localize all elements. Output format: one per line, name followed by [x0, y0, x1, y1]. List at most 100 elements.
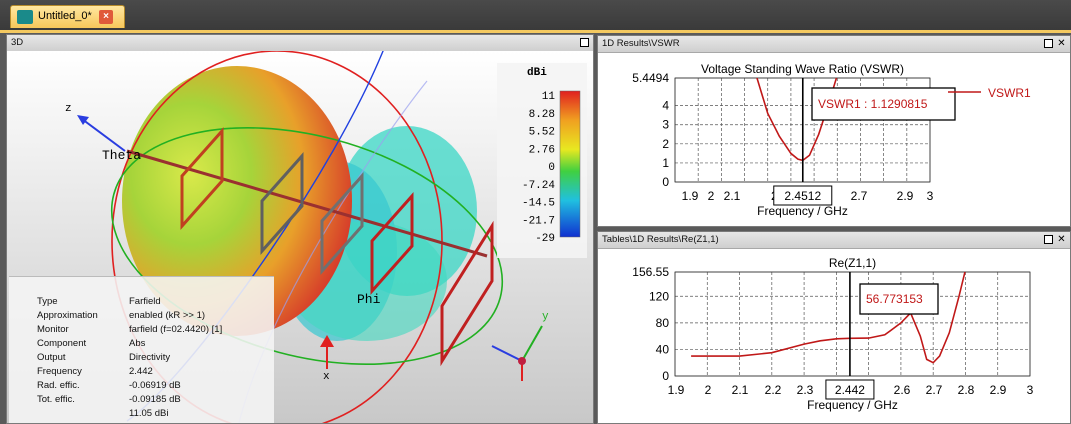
x-tick-label: 1.9 [682, 189, 699, 203]
x-tick-label: 2.7 [926, 383, 943, 397]
info-row: Rad. effic. -0.06919 dB [9, 380, 274, 393]
info-row: 11.05 dBi [9, 408, 274, 421]
phi-label: Phi [357, 292, 381, 307]
colorbar-tick-label: 2.76 [529, 144, 555, 156]
info-value: Directivity [129, 352, 171, 363]
chart-title: Re(Z1,1) [829, 256, 876, 270]
triad-origin [518, 357, 526, 365]
x-tick-label: 2.6 [894, 383, 911, 397]
x-tick-label: 2.1 [724, 189, 741, 203]
farfield-info-box: Type Farfield Approximation enabled (kR >> … [9, 276, 274, 423]
colorbar-tick-label: -14.5 [522, 198, 555, 210]
x-axis-label: x [323, 371, 330, 383]
info-row: Type Farfield [9, 296, 274, 309]
panel-vswr-title: 1D Results\VSWR [602, 38, 680, 49]
info-value: farfield (f=02.4420) [1] [129, 324, 223, 335]
info-value: Abs [129, 338, 146, 349]
triad-y-label: y [542, 311, 549, 323]
x-tick-label: 1.9 [668, 383, 685, 397]
info-row: Approximation enabled (kR >> 1) [9, 310, 274, 323]
panel-vswr-header: 1D Results\VSWR ✕ [598, 36, 1070, 53]
theta-label: Theta [102, 148, 141, 163]
info-key: Type [37, 296, 58, 307]
info-row: Component Abs [9, 338, 274, 351]
legend-entry: VSWR1 [988, 86, 1031, 100]
x-axis-label: Frequency / GHz [757, 204, 848, 218]
info-value: 2.442 [129, 366, 153, 377]
info-key: Rad. effic. [37, 380, 80, 391]
document-tab-bar: Untitled_0* × [0, 0, 1071, 30]
plot-frame [674, 271, 1031, 377]
x-tick-label: 2 [708, 189, 715, 203]
info-key: Frequency [37, 366, 82, 377]
panel-rez-header: Tables\1D Results\Re(Z1,1) ✕ [598, 232, 1070, 249]
info-row: Output Directivity [9, 352, 274, 365]
y-tick-label: 120 [649, 289, 669, 303]
y-tick-label: 156.55 [632, 265, 669, 279]
x-tick-label: 2.8 [958, 383, 975, 397]
project-icon [17, 10, 33, 24]
y-tick-label: 40 [656, 342, 670, 356]
colorbar-unit: dBi [527, 67, 547, 79]
y-tick-label: 80 [656, 316, 670, 330]
info-key: Monitor [37, 324, 69, 335]
marker-label-text: 56.773153 [866, 292, 923, 306]
close-icon[interactable]: ✕ [1057, 39, 1066, 49]
x-tick-label: 2.2 [765, 383, 782, 397]
colorbar-tick-label: 0 [548, 162, 555, 174]
info-key: Approximation [37, 310, 98, 321]
colorbar-tick-label: 5.52 [529, 127, 555, 139]
marker-x-value: 2.442 [835, 383, 865, 397]
maximize-icon[interactable] [580, 38, 589, 47]
info-key: Component [37, 338, 87, 349]
chart-title: Voltage Standing Wave Ratio (VSWR) [701, 62, 904, 76]
document-tab-label: Untitled_0* [38, 10, 92, 22]
marker-label-text: VSWR1 : 1.1290815 [818, 97, 928, 111]
info-key: Output [37, 352, 66, 363]
info-value: -0.06919 dB [129, 380, 181, 391]
info-row: Tot. effic. -0.09185 dB [9, 394, 274, 407]
vswr-chart[interactable]: Voltage Standing Wave Ratio (VSWR) 5.4494… [598, 52, 1070, 226]
maximize-icon[interactable] [1044, 235, 1053, 244]
y-tick-label: 2 [662, 137, 669, 151]
y-tick-label: 0 [662, 369, 669, 383]
x-tick-label: 2.9 [897, 189, 914, 203]
x-axis-label: Frequency / GHz [807, 398, 898, 412]
tab-underline [0, 30, 1071, 33]
y-tick-label: 4 [662, 99, 669, 113]
y-tick-label: 0 [662, 175, 669, 189]
marker-x-value: 2.4512 [784, 189, 821, 203]
info-key: Tot. effic. [37, 394, 75, 405]
colorbar-gradient [559, 90, 581, 238]
document-tab[interactable]: Untitled_0* × [10, 5, 125, 28]
info-value: -0.09185 dB [129, 394, 181, 405]
close-tab-icon[interactable]: × [99, 10, 113, 24]
panel-vswr: 1D Results\VSWR ✕ Voltage Standing Wave … [597, 35, 1071, 227]
colorbar-tick-label: -29 [535, 233, 555, 245]
panel-3d-title: 3D [11, 37, 24, 48]
colorbar-tick-label: -7.24 [522, 180, 555, 192]
y-tick-label: 5.4494 [632, 71, 669, 85]
info-row: Monitor farfield (f=02.4420) [1] [9, 324, 274, 337]
info-row: Frequency 2.442 [9, 366, 274, 379]
x-tick-label: 2 [705, 383, 712, 397]
x-tick-label: 2.7 [851, 189, 868, 203]
info-value: 11.05 dBi [129, 408, 169, 419]
colorbar-tick-label: 8.28 [529, 109, 555, 121]
z-axis-label: z [65, 103, 72, 115]
x-tick-label: 2.3 [797, 383, 814, 397]
colorbar-tick-label: -21.7 [522, 215, 555, 227]
panel-3d-header: 3D [7, 35, 593, 52]
y-tick-label: 1 [662, 156, 669, 170]
close-icon[interactable]: ✕ [1057, 235, 1066, 245]
info-value: Farfield [129, 296, 161, 307]
x-tick-label: 2.9 [990, 383, 1007, 397]
panel-rez: Tables\1D Results\Re(Z1,1) ✕ Re(Z1,1) 156… [597, 231, 1071, 424]
x-tick-label: 3 [1027, 383, 1034, 397]
maximize-icon[interactable] [1044, 39, 1053, 48]
info-value: enabled (kR >> 1) [129, 310, 206, 321]
panel-rez-title: Tables\1D Results\Re(Z1,1) [602, 234, 719, 245]
x-tick-label: 2.1 [732, 383, 749, 397]
rez-chart[interactable]: Re(Z1,1)156.55120804001.922.12.22.32.52.… [598, 248, 1070, 424]
panel-3d: 3D z Theta Phi x y dBi 11 8.28 5.52 2.76… [6, 34, 594, 424]
